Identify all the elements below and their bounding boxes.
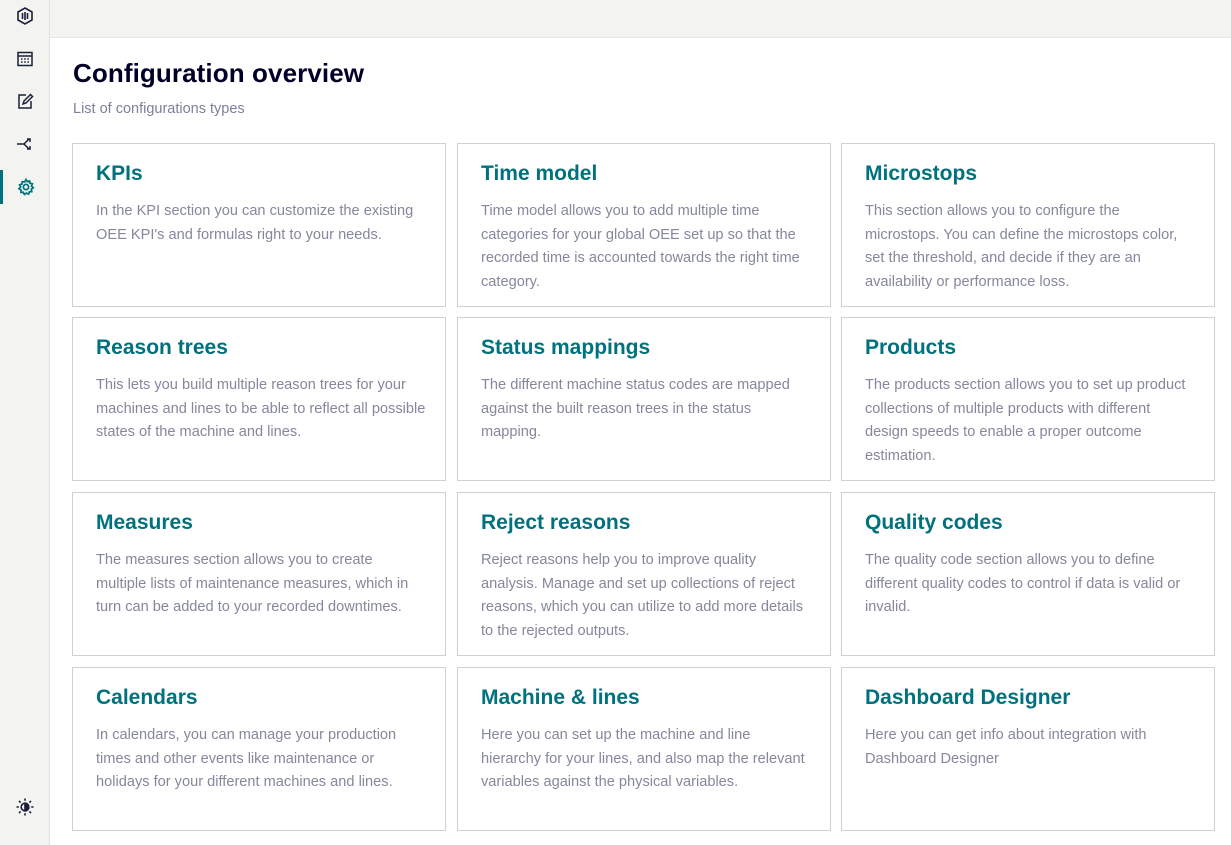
config-card-kpis[interactable]: KPIs In the KPI section you can customiz… — [72, 143, 446, 307]
card-title: Calendars — [96, 686, 198, 709]
card-title: Dashboard Designer — [865, 686, 1071, 709]
main-content: Configuration overview List of configura… — [50, 38, 1231, 845]
config-card-reject-reasons[interactable]: Reject reasons Reject reasons help you t… — [457, 492, 831, 656]
card-title: Quality codes — [865, 511, 1003, 534]
card-description: Time model allows you to add multiple ti… — [481, 203, 800, 290]
config-card-quality-codes[interactable]: Quality codes The quality code section a… — [841, 492, 1215, 656]
calendar-icon[interactable] — [0, 42, 49, 76]
theme-toggle-icon[interactable] — [0, 790, 49, 824]
card-description: In the KPI section you can customize the… — [96, 203, 414, 243]
config-card-measures[interactable]: Measures The measures section allows you… — [72, 492, 446, 656]
page-title: Configuration overview — [73, 58, 365, 88]
config-card-machine-lines[interactable]: Machine & lines Here you can set up the … — [457, 667, 831, 831]
card-title: Reason trees — [96, 336, 228, 359]
card-title: Time model — [481, 162, 598, 185]
card-description: This section allows you to configure the… — [865, 203, 1178, 290]
card-description: The products section allows you to set u… — [865, 377, 1186, 464]
config-card-calendars[interactable]: Calendars In calendars, you can manage y… — [72, 667, 446, 831]
card-description: Reject reasons help you to improve quali… — [481, 552, 804, 639]
config-card-products[interactable]: Products The products section allows you… — [841, 317, 1215, 481]
card-description: Here you can set up the machine and line… — [481, 727, 805, 790]
app-logo-icon[interactable] — [0, 0, 49, 33]
card-title: Measures — [96, 511, 193, 534]
top-bar — [50, 0, 1231, 38]
card-description: The quality code section allows you to d… — [865, 552, 1181, 615]
card-title: Machine & lines — [481, 686, 640, 709]
card-description: The measures section allows you to creat… — [96, 552, 409, 615]
config-card-reason-trees[interactable]: Reason trees This lets you build multipl… — [72, 317, 446, 481]
card-title: Reject reasons — [481, 511, 631, 534]
page-subtitle: List of configurations types — [73, 101, 245, 117]
card-title: Microstops — [865, 162, 978, 185]
card-description: This lets you build multiple reason tree… — [96, 377, 426, 440]
config-card-time-model[interactable]: Time model Time model allows you to add … — [457, 143, 831, 307]
settings-icon[interactable] — [0, 170, 49, 204]
share-icon[interactable] — [0, 127, 49, 161]
config-card-status-mappings[interactable]: Status mappings The different machine st… — [457, 317, 831, 481]
card-description: The different machine status codes are m… — [481, 377, 790, 440]
card-title: KPIs — [96, 162, 143, 185]
card-title: Products — [865, 336, 957, 359]
sidebar — [0, 0, 50, 845]
edit-icon[interactable] — [0, 84, 49, 118]
card-description: In calendars, you can manage your produc… — [96, 727, 397, 790]
card-description: Here you can get info about integration … — [865, 727, 1147, 767]
config-card-microstops[interactable]: Microstops This section allows you to co… — [841, 143, 1215, 307]
card-title: Status mappings — [481, 336, 651, 359]
config-card-dashboard-designer[interactable]: Dashboard Designer Here you can get info… — [841, 667, 1215, 831]
